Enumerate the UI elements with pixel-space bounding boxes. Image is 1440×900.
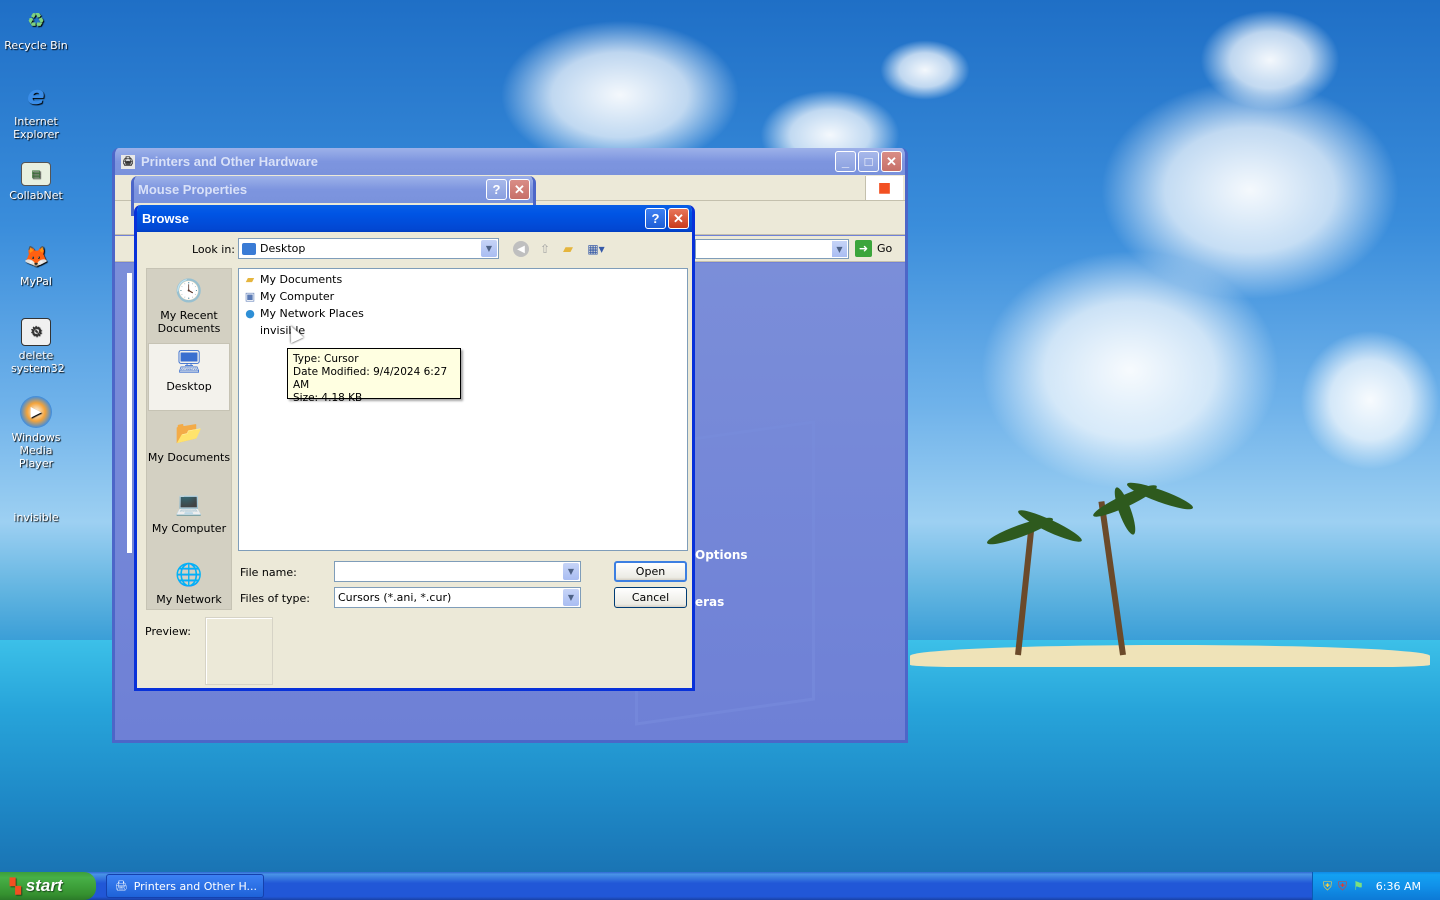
cursor-file-icon [243,323,257,337]
desktop-icon: 🖥 [175,349,203,375]
desktop-small-icon [242,243,256,255]
browse-titlebar[interactable]: Browse ? ✕ [137,205,692,232]
mypal-icon: 🦊 [23,244,49,268]
close-button[interactable]: ✕ [881,151,902,172]
preview-label: Preview: [145,625,191,638]
printer-icon: 🖨 [121,154,135,169]
palm-trunk [1015,530,1035,656]
chevron-down-icon[interactable]: ▼ [832,241,847,257]
collabnet-icon: ▤ [21,162,51,186]
media-player-icon: ▶ [20,396,52,428]
cloud [1300,330,1440,470]
desktop-icon-mypal[interactable]: 🦊 MyPal [0,240,72,288]
places-recent-documents[interactable]: 🕓 My Recent Documents [147,275,231,336]
places-my-computer[interactable]: 💻 My Computer [147,488,231,536]
browse-title: Browse [142,211,189,226]
cloud [880,40,970,100]
recycle-bin-icon: ♻ [27,8,45,32]
look-in-label: Look in: [192,243,235,256]
up-folder-icon[interactable]: ⇧ [537,241,553,257]
view-menu-icon[interactable]: ▦▾ [584,241,608,257]
file-name-field[interactable]: ▼ [334,561,581,582]
recent-documents-icon: 🕓 [175,278,203,304]
chevron-down-icon[interactable]: ▼ [563,589,579,606]
open-button[interactable]: Open [614,561,687,582]
cloud [980,250,1280,490]
file-item-my-network-places[interactable]: ● My Network Places [243,305,364,321]
left-pane-edge [127,273,132,553]
file-item-my-computer[interactable]: ▣ My Computer [243,288,334,304]
file-name-label: File name: [240,566,297,579]
go-arrow-icon: ➜ [855,240,872,257]
places-my-documents[interactable]: 📂 My Documents [147,417,231,465]
go-button[interactable]: ➜ Go [855,240,892,257]
address-field[interactable]: ▼ [695,239,849,259]
clock[interactable]: 6:36 AM [1376,880,1421,893]
desktop-icon-windows-media-player[interactable]: ▶ Windows Media Player [0,396,72,470]
chevron-down-icon[interactable]: ▼ [481,240,497,257]
options-link[interactable]: Options [695,548,748,562]
security-alert-icon[interactable]: ⛨ [1338,879,1347,894]
close-button[interactable]: ✕ [668,208,689,229]
desktop-icon-internet-explorer[interactable]: e Internet Explorer [0,80,72,141]
preview-pane [205,617,273,685]
taskbar: ▚ start 🖨 Printers and Other H... ⛨ ⛨ ⚑ … [0,872,1440,900]
chevron-down-icon[interactable]: ▼ [563,563,579,580]
printers-window-titlebar[interactable]: 🖨 Printers and Other Hardware _ □ ✕ [115,148,905,175]
folder-icon: ▰ [245,272,255,286]
files-of-type-label: Files of type: [240,592,311,605]
taskbar-item-printers[interactable]: 🖨 Printers and Other H... [106,874,264,898]
help-button[interactable]: ? [486,179,507,200]
file-info-tooltip: Type: Cursor Date Modified: 9/4/2024 6:2… [287,348,461,404]
back-icon[interactable]: ◀ [513,241,529,257]
new-folder-icon[interactable]: ▰ [560,241,576,257]
help-button[interactable]: ? [645,208,666,229]
desktop-icon-collabnet[interactable]: ▤ CollabNet [0,162,72,202]
file-item-my-documents[interactable]: ▰ My Documents [243,271,342,287]
windows-flag-icon: ▚ [10,877,21,894]
start-button[interactable]: ▚ start [0,872,96,900]
network-tray-icon[interactable]: ⚑ [1353,879,1364,893]
printers-window-title: Printers and Other Hardware [141,154,318,169]
desktop-icon-recycle-bin[interactable]: ♻ Recycle Bin [0,4,72,52]
security-shield-icon[interactable]: ⛨ [1323,879,1332,894]
windows-logo-icon: ■ [865,176,903,200]
desktop-icon-invisible[interactable]: invisible [0,476,72,524]
mouse-properties-title: Mouse Properties [138,182,248,197]
places-my-network[interactable]: 🌐 My Network [147,559,231,607]
palm-trunk [1098,501,1126,656]
mouse-properties-titlebar[interactable]: Mouse Properties ? ✕ [134,176,533,203]
my-computer-icon: 💻 [175,491,203,517]
minimize-button[interactable]: _ [835,151,856,172]
shortcut-icon: ⚙ [21,318,51,346]
places-desktop[interactable]: 🖥 Desktop [148,343,230,411]
system-tray: ⛨ ⛨ ⚑ 6:36 AM [1312,872,1440,900]
files-of-type-combo[interactable]: Cursors (*.ani, *.cur) ▼ [334,587,581,608]
file-list[interactable]: ▰ My Documents ▣ My Computer ● My Networ… [238,268,688,551]
my-documents-icon: 📂 [175,420,203,446]
computer-icon: ▣ [244,289,256,303]
cameras-link[interactable]: eras [695,595,724,609]
maximize-button[interactable]: □ [858,151,879,172]
invisible-file-icon [20,476,52,508]
internet-explorer-icon: e [27,81,45,111]
places-bar: 🕓 My Recent Documents 🖥 Desktop 📂 My Doc… [146,268,232,610]
desktop-icon-delete-system32[interactable]: ⚙ delete system32 [0,318,72,375]
my-network-icon: 🌐 [175,562,203,588]
browse-dialog[interactable]: Browse ? ✕ Look in: Desktop ▼ ◀ ⇧ ▰ ▦▾ 🕓… [134,205,695,691]
island [910,645,1430,667]
printer-icon: 🖨 [115,880,128,892]
close-button[interactable]: ✕ [509,179,530,200]
look-in-combo[interactable]: Desktop ▼ [238,238,499,259]
cancel-button[interactable]: Cancel [614,587,687,608]
network-icon: ● [245,306,255,320]
cloud [1200,10,1340,110]
